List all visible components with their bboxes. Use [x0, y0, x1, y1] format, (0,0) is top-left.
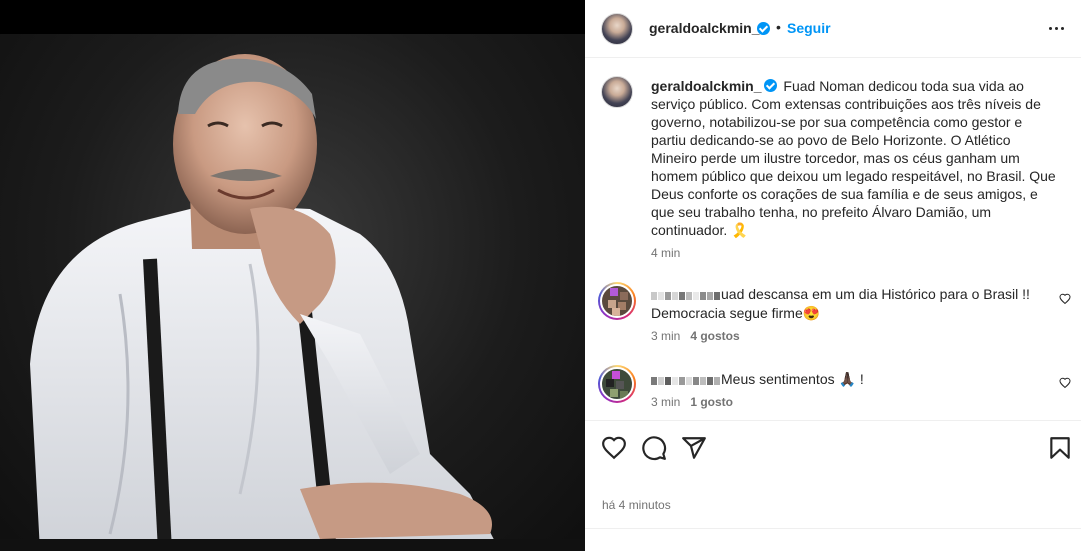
- comment-text: Meus sentimentos 🙏🏿 !: [721, 371, 864, 387]
- author-username[interactable]: geraldoalckmin_: [649, 20, 760, 36]
- verified-badge-icon: [763, 79, 777, 92]
- comment-likes[interactable]: 4 gostos: [690, 329, 739, 343]
- caption-time: 4 min: [651, 246, 681, 260]
- comment-item: Meus sentimentos 🙏🏿 !: [651, 370, 1041, 389]
- caption-username[interactable]: geraldoalckmin_: [651, 78, 762, 94]
- comment-meta: 3 min 4 gostos: [651, 329, 740, 343]
- post-timestamp[interactable]: há 4 minutos: [602, 498, 671, 512]
- verified-badge-icon: [757, 22, 770, 35]
- comment-item: uad descansa em um dia Histórico para o …: [651, 285, 1041, 322]
- comment-username-redacted[interactable]: [651, 371, 721, 389]
- comment-avatar[interactable]: [598, 365, 636, 403]
- send-icon[interactable]: [681, 435, 707, 461]
- post-side-panel: geraldoalckmin_ • Seguir geraldoalckmin_…: [585, 0, 1081, 551]
- comment-likes[interactable]: 1 gosto: [690, 395, 733, 409]
- comment-icon[interactable]: [641, 435, 667, 461]
- caption-timestamp: 4 min: [651, 246, 680, 260]
- comment-time: 3 min: [651, 329, 681, 343]
- portrait-image: [0, 54, 585, 551]
- post-media[interactable]: [0, 0, 585, 551]
- author-avatar[interactable]: [601, 13, 633, 45]
- caption-author-avatar[interactable]: [601, 76, 633, 108]
- caption-text: Fuad Noman dedicou toda sua vida ao serv…: [651, 78, 1056, 238]
- header-separator: •: [776, 19, 781, 35]
- comment-meta: 3 min 1 gosto: [651, 395, 733, 409]
- bookmark-icon[interactable]: [1047, 435, 1073, 461]
- post-action-bar: [585, 420, 1081, 478]
- comment-time: 3 min: [651, 395, 681, 409]
- post-header: geraldoalckmin_ • Seguir: [585, 0, 1081, 58]
- follow-button[interactable]: Seguir: [787, 20, 831, 36]
- comment-username-redacted[interactable]: [651, 286, 721, 304]
- comment-like-heart-icon[interactable]: [1059, 293, 1071, 305]
- post-caption: geraldoalckmin_ Fuad Noman dedicou toda …: [651, 77, 1057, 239]
- heart-icon[interactable]: [601, 435, 627, 461]
- more-options-icon[interactable]: [1047, 20, 1067, 36]
- footer-divider: [585, 528, 1081, 529]
- comment-like-heart-icon[interactable]: [1059, 377, 1071, 389]
- comment-avatar[interactable]: [598, 282, 636, 320]
- post-photo: [0, 34, 585, 551]
